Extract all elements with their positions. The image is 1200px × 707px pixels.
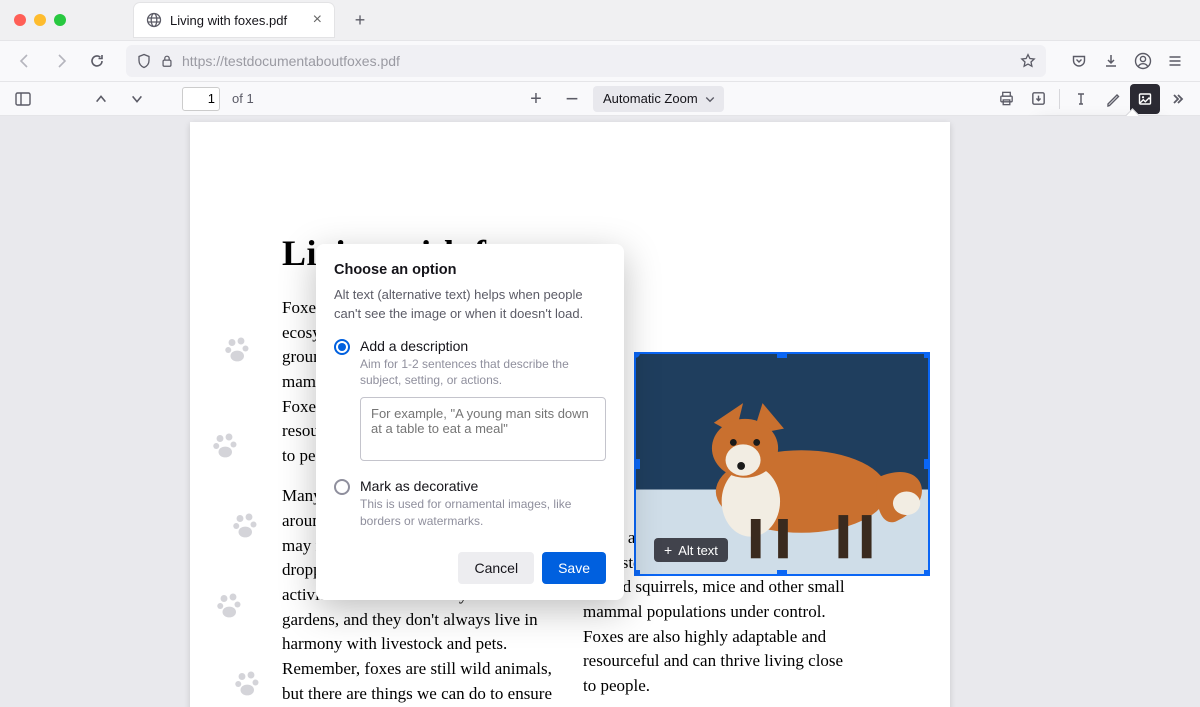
save-button[interactable]: Save <box>542 552 606 584</box>
alt-text-textarea[interactable] <box>360 397 606 461</box>
new-tab-button[interactable]: + <box>346 6 374 34</box>
resize-handle[interactable] <box>777 570 787 576</box>
option-mark-decorative[interactable]: Mark as decorative This is used for orna… <box>334 478 606 538</box>
toolbar-right <box>1064 46 1190 76</box>
image-tool-icon[interactable] <box>1130 84 1160 114</box>
bookmark-star-icon[interactable] <box>1020 53 1036 69</box>
app-menu-icon[interactable] <box>1160 46 1190 76</box>
maximize-window-button[interactable] <box>54 14 66 26</box>
option-subtitle: Aim for 1-2 sentences that describe the … <box>360 356 606 390</box>
more-tools-icon[interactable] <box>1162 84 1192 114</box>
downloads-icon[interactable] <box>1096 46 1126 76</box>
print-icon[interactable] <box>991 84 1021 114</box>
page-number-input[interactable] <box>182 87 220 111</box>
reload-button[interactable] <box>82 46 112 76</box>
dialog-description: Alt text (alternative text) helps when p… <box>334 286 606 324</box>
pdf-toolbar: of 1 + − Automatic Zoom <box>0 82 1200 116</box>
back-button[interactable] <box>10 46 40 76</box>
resize-handle[interactable] <box>634 459 640 469</box>
selected-image[interactable]: + Alt text <box>634 352 930 576</box>
radio-mark-decorative[interactable] <box>334 479 350 495</box>
pawprint-icon <box>220 332 256 368</box>
text-tool-icon[interactable] <box>1066 84 1096 114</box>
plus-icon: + <box>664 542 672 558</box>
tab-title: Living with foxes.pdf <box>170 13 287 28</box>
pawprint-icon <box>228 508 264 544</box>
close-tab-button[interactable]: × <box>313 11 322 29</box>
forward-button[interactable] <box>46 46 76 76</box>
close-window-button[interactable] <box>14 14 26 26</box>
option-title: Mark as decorative <box>360 478 606 494</box>
zoom-select[interactable]: Automatic Zoom <box>593 86 724 112</box>
option-add-description[interactable]: Add a description Aim for 1-2 sentences … <box>334 338 606 467</box>
resize-handle[interactable] <box>924 570 930 576</box>
url-text: https://testdocumentaboutfoxes.pdf <box>182 53 1012 69</box>
account-icon[interactable] <box>1128 46 1158 76</box>
draw-tool-icon[interactable] <box>1098 84 1128 114</box>
next-page-button[interactable] <box>122 84 152 114</box>
alt-text-pill-label: Alt text <box>678 543 718 558</box>
url-bar[interactable]: https://testdocumentaboutfoxes.pdf <box>126 45 1046 77</box>
alt-text-pill[interactable]: + Alt text <box>654 538 728 562</box>
option-subtitle: This is used for ornamental images, like… <box>360 496 606 530</box>
resize-handle[interactable] <box>634 570 640 576</box>
browser-tab[interactable]: Living with foxes.pdf × <box>134 3 334 37</box>
sidebar-toggle-icon[interactable] <box>8 84 38 114</box>
download-pdf-icon[interactable] <box>1023 84 1053 114</box>
page-of-label: of 1 <box>232 91 254 106</box>
pawprint-icon <box>208 428 244 464</box>
window-controls <box>14 14 66 26</box>
minimize-window-button[interactable] <box>34 14 46 26</box>
lock-icon <box>160 54 174 68</box>
resize-handle[interactable] <box>777 352 787 358</box>
alt-text-dialog: Choose an option Alt text (alternative t… <box>316 244 624 600</box>
radio-add-description[interactable] <box>334 339 350 355</box>
pocket-icon[interactable] <box>1064 46 1094 76</box>
zoom-out-button[interactable]: + <box>521 84 551 114</box>
option-title: Add a description <box>360 338 606 354</box>
globe-icon <box>146 12 162 28</box>
resize-handle[interactable] <box>924 352 930 358</box>
prev-page-button[interactable] <box>86 84 116 114</box>
zoom-in-button[interactable]: − <box>557 84 587 114</box>
shield-icon <box>136 53 152 69</box>
titlebar: Living with foxes.pdf × + <box>0 0 1200 40</box>
pawprint-icon <box>230 666 266 702</box>
nav-toolbar: https://testdocumentaboutfoxes.pdf <box>0 40 1200 82</box>
cancel-button[interactable]: Cancel <box>458 552 534 584</box>
dialog-heading: Choose an option <box>334 262 606 278</box>
pawprint-icon <box>212 588 248 624</box>
chevron-down-icon <box>704 93 716 105</box>
zoom-select-label: Automatic Zoom <box>603 91 698 106</box>
resize-handle[interactable] <box>924 459 930 469</box>
